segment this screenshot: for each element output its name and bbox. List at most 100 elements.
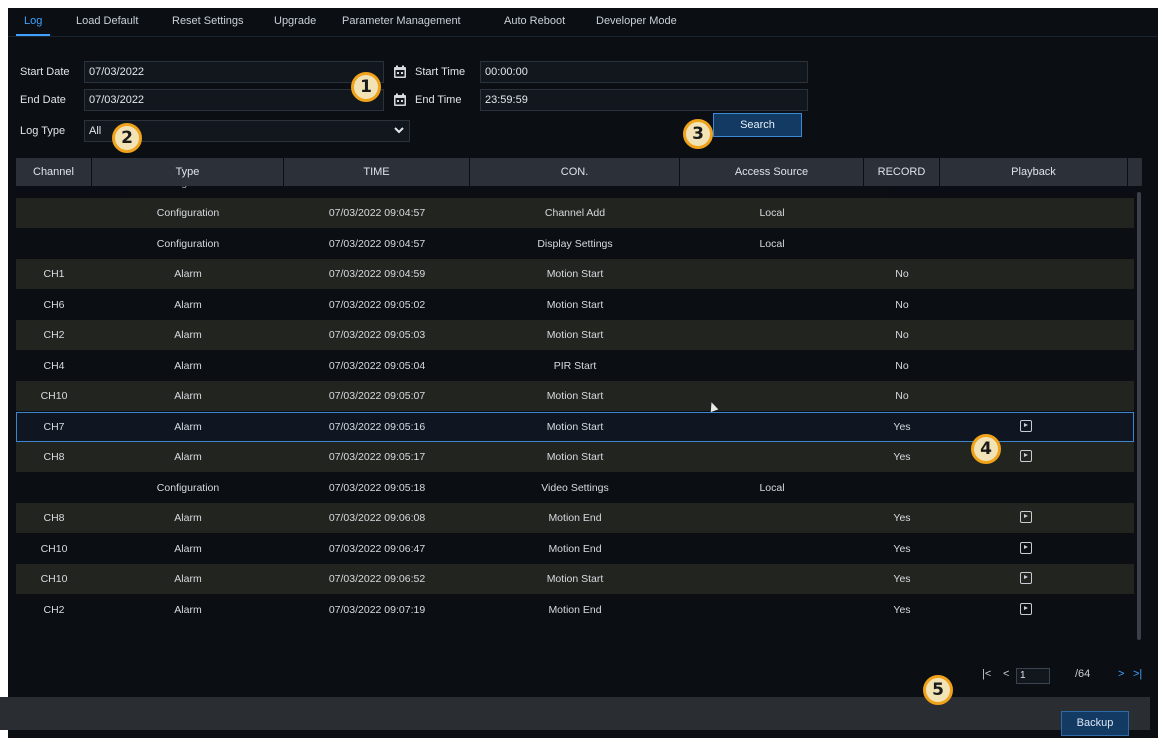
playback-icon[interactable] <box>1020 450 1032 462</box>
table-row[interactable]: CH8 Alarm 07/03/2022 09:05:17 Motion Start Y… <box>16 442 1134 472</box>
log-type-label: Log Type <box>20 125 66 137</box>
cell-con: Video Settings <box>541 481 609 494</box>
end-time-input[interactable]: 23:59:59 <box>480 89 808 111</box>
start-time-label: Start Time <box>415 66 466 78</box>
cell-record <box>864 473 940 503</box>
callout-2: 2 <box>112 123 142 153</box>
table-row[interactable]: Configuration 07/03/2022 09:04:57 Channel … <box>16 198 1134 228</box>
cell-record <box>864 198 940 228</box>
cell-con: Motion Start <box>546 298 604 311</box>
cell-record: No <box>895 329 909 341</box>
end-date-input[interactable]: 07/03/2022 <box>84 89 384 111</box>
cell-type: Configuration <box>156 481 220 494</box>
cell-record: No <box>895 298 909 311</box>
prev-page-icon[interactable]: < <box>1003 668 1009 680</box>
table-row[interactable]: CH7 Alarm 07/03/2022 09:05:16 Motion Start Y… <box>16 411 1134 442</box>
cell-time: 07/03/2022 09:04:59 <box>328 268 426 280</box>
cell-type: Alarm <box>174 420 202 433</box>
cell-con: Motion Start <box>546 329 604 341</box>
cell-con: Motion End <box>548 542 602 555</box>
cell-access-source: Local <box>759 207 785 219</box>
cell-record <box>864 229 940 259</box>
table-row-partial[interactable]: Configuration 07/03/2022 09:04:57 Channe… <box>16 186 1134 198</box>
cell-type: Alarm <box>174 603 202 616</box>
cell-time: 07/03/2022 09:05:18 <box>328 481 426 494</box>
table-row[interactable]: CH2 Alarm 07/03/2022 09:07:19 Motion End Yes <box>16 594 1134 625</box>
cell-channel: CH8 <box>43 451 65 463</box>
cell-access-source <box>680 412 864 442</box>
last-page-icon[interactable]: >| <box>1133 668 1142 680</box>
cell-channel: CH7 <box>43 420 65 433</box>
cell-type: Alarm <box>174 298 202 311</box>
tab-upgrade[interactable]: Upgrade <box>274 8 316 34</box>
first-page-icon[interactable]: |< <box>982 668 991 680</box>
cell-record: No <box>895 359 909 372</box>
cell-type: Alarm <box>174 329 202 341</box>
playback-icon[interactable] <box>1020 572 1032 584</box>
cell-type: Alarm <box>174 390 202 402</box>
cell-con: Motion Start <box>546 451 604 463</box>
page-number-input[interactable]: 1 <box>1016 668 1050 684</box>
cell-channel: CH4 <box>43 359 65 372</box>
cell-record: Yes <box>893 542 911 555</box>
table-row[interactable]: Configuration 07/03/2022 09:05:18 Video Se… <box>16 472 1134 503</box>
start-time-input[interactable]: 00:00:00 <box>480 61 808 83</box>
table-row[interactable]: CH1 Alarm 07/03/2022 09:04:59 Motion Start N… <box>16 259 1134 289</box>
tab-auto-reboot[interactable]: Auto Reboot <box>504 8 565 34</box>
calendar-icon[interactable] <box>393 65 407 79</box>
log-type-value: All <box>89 125 102 137</box>
table-row[interactable]: CH10 Alarm 07/03/2022 09:06:52 Motion Start… <box>16 564 1134 594</box>
callout-4: 4 <box>971 434 1001 464</box>
cell-con: Motion Start <box>546 268 604 280</box>
table-row[interactable]: CH4 Alarm 07/03/2022 09:05:04 PIR Start No <box>16 350 1134 381</box>
playback-icon[interactable] <box>1020 511 1032 523</box>
table-row[interactable]: CH10 Alarm 07/03/2022 09:05:07 Motion Start… <box>16 381 1134 411</box>
table-header: Channel Type TIME CON. Access Source REC… <box>16 158 1142 186</box>
backup-button[interactable]: Backup <box>1061 711 1129 736</box>
cell-access-source: Local <box>759 481 785 494</box>
cell-channel <box>16 198 92 228</box>
column-header-record: RECORD <box>864 158 940 186</box>
playback-icon[interactable] <box>1020 602 1032 615</box>
table-scrollbar[interactable] <box>1137 192 1141 640</box>
tab-reset-settings[interactable]: Reset Settings <box>172 8 244 34</box>
table-row[interactable]: CH10 Alarm 07/03/2022 09:06:47 Motion End Ye… <box>16 533 1134 564</box>
cell-time: 07/03/2022 09:05:07 <box>328 390 426 402</box>
tab-load-default[interactable]: Load Default <box>76 8 138 34</box>
start-date-input[interactable]: 07/03/2022 <box>84 61 384 83</box>
table-row[interactable]: CH2 Alarm 07/03/2022 09:05:03 Motion Start N… <box>16 320 1134 350</box>
table-row[interactable]: Configuration 07/03/2022 09:04:57 Display … <box>16 228 1134 259</box>
playback-icon[interactable] <box>1020 541 1032 554</box>
end-date-label: End Date <box>20 94 66 106</box>
end-time-label: End Time <box>415 94 462 106</box>
next-page-icon[interactable]: > <box>1118 668 1124 680</box>
playback-icon[interactable] <box>1020 419 1032 432</box>
callout-1: 1 <box>351 72 381 102</box>
tab-developer-mode[interactable]: Developer Mode <box>596 8 677 34</box>
cell-record: Yes <box>893 512 911 524</box>
calendar-icon[interactable] <box>393 93 407 107</box>
cell-access-source <box>680 564 864 594</box>
cell-channel: CH10 <box>40 542 68 555</box>
cell-record: Yes <box>893 420 911 433</box>
cell-access-source <box>680 534 864 564</box>
cell-time: 07/03/2022 09:07:19 <box>328 603 426 616</box>
cell-access-source <box>680 290 864 320</box>
callout-3: 3 <box>683 119 713 149</box>
cell-con: Channel Add <box>470 186 680 198</box>
column-header-access-source: Access Source <box>680 158 864 186</box>
cell-type: Alarm <box>174 542 202 555</box>
cell-type: Alarm <box>174 359 202 372</box>
cell-time: 07/03/2022 09:04:57 <box>328 207 426 219</box>
cell-access-source <box>680 381 864 411</box>
cell-channel <box>16 229 92 259</box>
cell-type: Configuration <box>92 186 284 198</box>
tab-parameter-management[interactable]: Parameter Management <box>342 8 461 34</box>
page-total: /64 <box>1075 668 1091 680</box>
tab-log[interactable]: Log <box>15 8 51 36</box>
table-row[interactable]: CH8 Alarm 07/03/2022 09:06:08 Motion End Yes <box>16 503 1134 533</box>
cell-time: 07/03/2022 09:06:52 <box>328 573 426 585</box>
cell-con: Motion Start <box>546 390 604 402</box>
table-row[interactable]: CH6 Alarm 07/03/2022 09:05:02 Motion Start N… <box>16 289 1134 320</box>
search-button[interactable]: Search <box>713 113 802 137</box>
